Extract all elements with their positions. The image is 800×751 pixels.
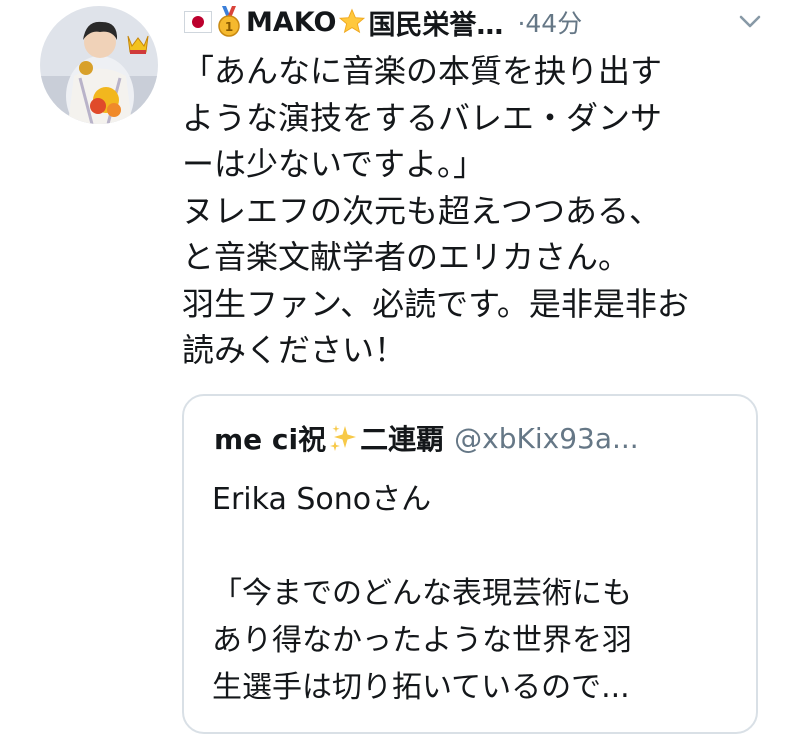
quoted-text-line: 「今までのどんな表現芸術にも	[212, 576, 632, 611]
star-icon	[338, 8, 366, 36]
tweet-text-line: 読みください！	[182, 331, 407, 369]
quoted-text-line: 生選手は切り拓いているので...	[212, 670, 630, 705]
avatar[interactable]	[40, 6, 158, 124]
tweet-text-line: と音楽文献学者のエリカさん。	[182, 238, 631, 276]
tweet-text-line: ヌレエフの次元も超えつつある、	[182, 191, 662, 230]
tweet-text-line: 「あんなに音楽の本質を抉り出す	[182, 52, 663, 90]
quoted-tweet-header: me ci祝 二連覇 @xbKix93a...	[214, 418, 639, 458]
japan-flag-icon	[184, 11, 212, 33]
avatar-image	[40, 6, 158, 124]
chevron-down-icon[interactable]	[735, 9, 765, 33]
tweet-text-line: 羽生ファン、必読です。是非是非お	[182, 284, 689, 323]
tweet-header: 1 MAKO 国民栄誉… ·44分	[184, 2, 784, 42]
quoted-author-handle: @xbKix93a...	[454, 421, 639, 455]
gold-medal-icon: 1	[218, 6, 240, 38]
quoted-tweet-card[interactable]: me ci祝 二連覇 @xbKix93a... Erika Sonoさん 「今ま…	[182, 394, 758, 734]
sparkles-icon	[328, 423, 358, 453]
quoted-author-name-suffix: 二連覇	[360, 423, 445, 456]
tweet-timestamp[interactable]: ·44分	[517, 4, 582, 40]
quoted-tweet-text: Erika Sonoさん 「今までのどんな表現芸術にも あり得なかったような世界…	[212, 476, 742, 711]
author-display-name[interactable]: MAKO	[246, 7, 336, 38]
quoted-text-line: あり得なかったような世界を羽	[212, 623, 632, 658]
quoted-author-name: me ci祝	[214, 423, 327, 456]
tweet-text-line: ーは少ないですよ。」	[182, 145, 486, 183]
author-name-suffix[interactable]: 国民栄誉…	[368, 3, 503, 42]
tweet-text: 「あんなに音楽の本質を抉り出す ような演技をするバレエ・ダンサ ーは少ないですよ…	[182, 48, 772, 374]
svg-text:1: 1	[225, 20, 233, 34]
tweet-text-line: ような演技をするバレエ・ダンサ	[182, 98, 663, 137]
quoted-text-line: Erika Sonoさん	[212, 482, 432, 517]
quoted-text-line	[212, 523, 742, 570]
